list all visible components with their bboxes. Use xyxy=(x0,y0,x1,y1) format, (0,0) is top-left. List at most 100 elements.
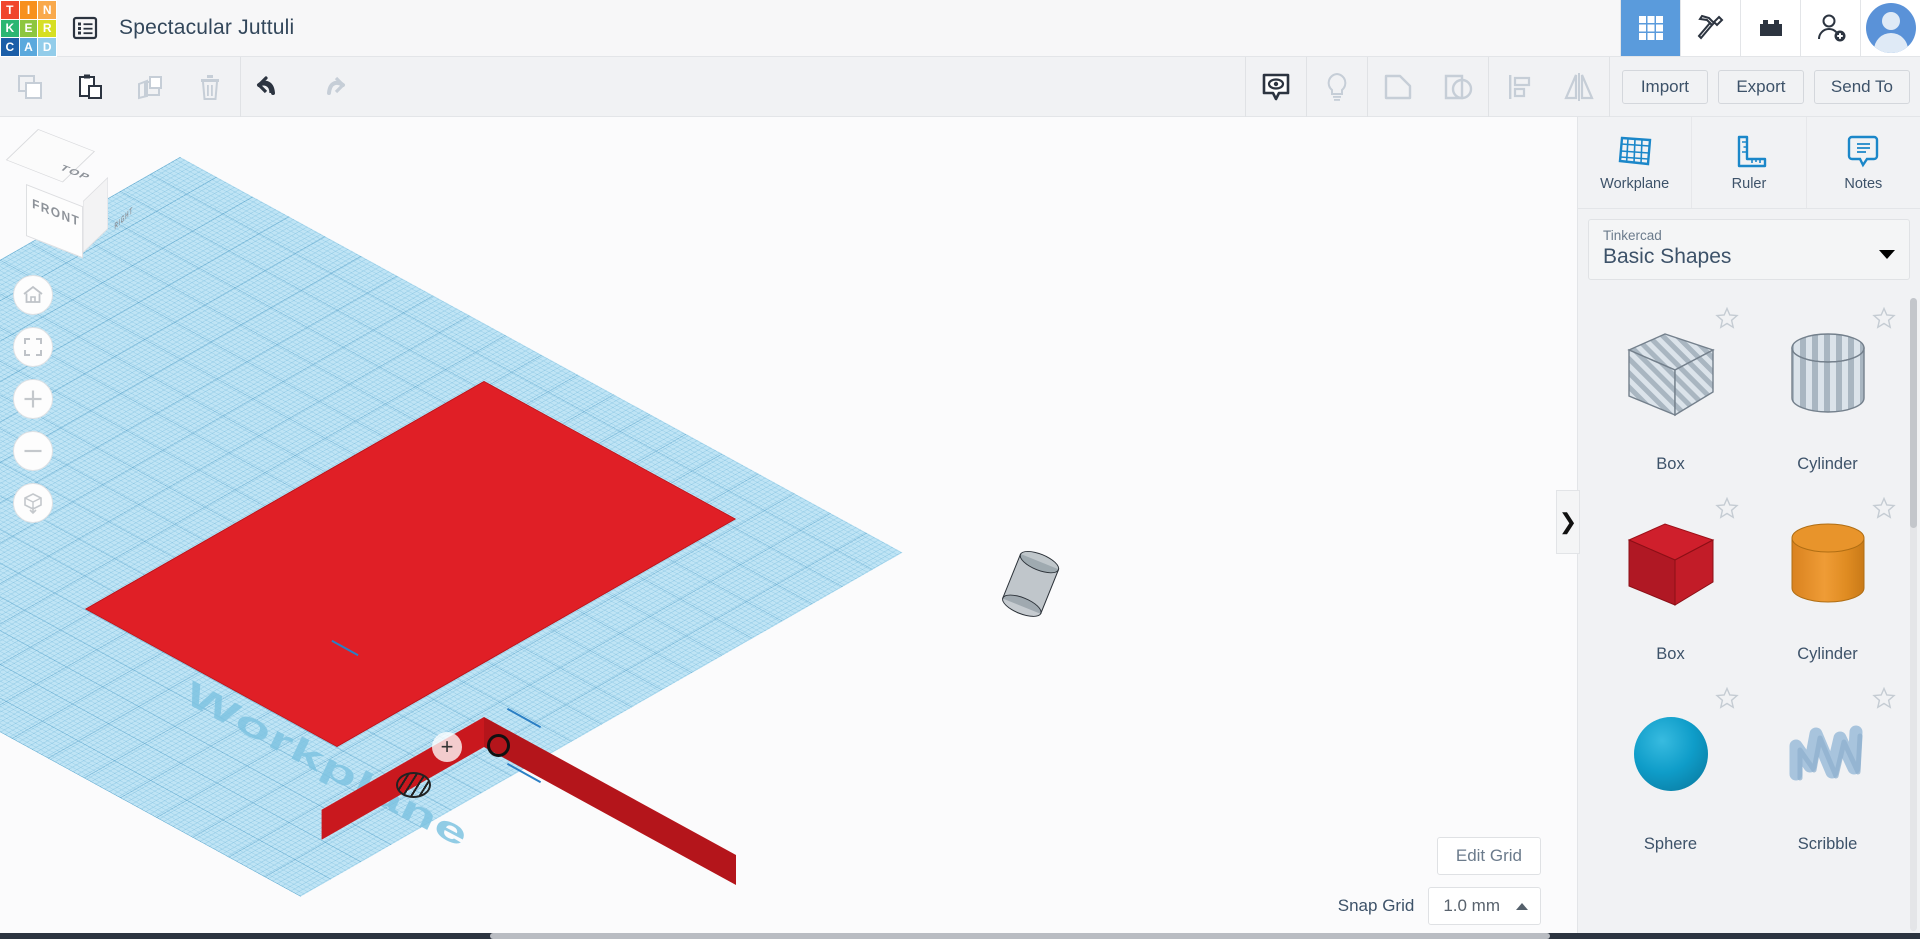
logo-cell-c: C xyxy=(1,38,19,56)
shape-label: Box xyxy=(1656,455,1685,473)
redo-button[interactable] xyxy=(301,57,361,117)
panel-tools-row: Workplane Ruler Notes xyxy=(1578,117,1920,209)
import-button[interactable]: Import xyxy=(1621,69,1708,104)
tinkercad-logo[interactable]: TIN KER CAD xyxy=(0,0,57,57)
clipboard-button-group xyxy=(0,57,240,117)
favorite-star-icon[interactable] xyxy=(1715,686,1739,715)
edit-grid-button[interactable]: Edit Grid xyxy=(1436,837,1541,875)
ungroup-button[interactable] xyxy=(1428,57,1488,117)
red-box-object[interactable] xyxy=(0,117,1577,939)
logo-cell-e: E xyxy=(19,19,38,38)
panel-collapse-toggle[interactable]: ❯ xyxy=(1556,490,1580,554)
tinkercad-app: TIN KER CAD Spectacular Juttuli Import Exp… xyxy=(0,0,1920,939)
shape-scribble[interactable]: Scribble xyxy=(1749,676,1906,866)
rotate-handle[interactable] xyxy=(487,734,510,757)
favorite-star-icon[interactable] xyxy=(1872,496,1896,525)
shape-sphere[interactable]: Sphere xyxy=(1592,676,1749,866)
main-toolbar: Import Export Send To xyxy=(0,56,1920,117)
panel-scrollbar-thumb[interactable] xyxy=(1910,298,1917,528)
send-to-button[interactable]: Send To xyxy=(1813,69,1910,104)
lego-brick-icon[interactable] xyxy=(1740,0,1800,56)
group-button[interactable] xyxy=(1368,57,1428,117)
zoom-in-button[interactable] xyxy=(13,379,53,419)
delete-button[interactable] xyxy=(180,57,240,117)
logo-cell-r: R xyxy=(38,19,56,38)
view-cube-face-top[interactable] xyxy=(5,129,96,183)
canvas-horizontal-scrollbar[interactable] xyxy=(490,933,1550,939)
shape-cylinder-solid[interactable]: Cylinder xyxy=(1749,486,1906,676)
fit-view-button[interactable] xyxy=(13,327,53,367)
logo-cell-n: N xyxy=(38,1,56,19)
paste-button[interactable] xyxy=(60,57,120,117)
favorite-star-icon[interactable] xyxy=(1872,686,1896,715)
box-face-top xyxy=(85,381,736,747)
history-button-group xyxy=(241,57,361,117)
logo-cell-a: A xyxy=(19,38,38,56)
home-view-button[interactable] xyxy=(13,275,53,315)
view-control-group xyxy=(13,275,53,535)
perspective-toggle-button[interactable] xyxy=(13,483,53,523)
snap-grid-value: 1.0 mm xyxy=(1443,896,1500,915)
snap-grid-select[interactable]: 1.0 mm xyxy=(1428,887,1541,925)
duplicate-button[interactable] xyxy=(120,57,180,117)
shape-label: Scribble xyxy=(1797,835,1858,853)
app-header: TIN KER CAD Spectacular Juttuli xyxy=(0,0,1920,57)
favorite-star-icon[interactable] xyxy=(1715,496,1739,525)
view-cube[interactable]: TOP FRONT RIGHT xyxy=(5,129,133,259)
add-person-icon[interactable] xyxy=(1800,0,1860,56)
grid-controls: Edit Grid Snap Grid 1.0 mm xyxy=(1338,837,1541,925)
box-face-front xyxy=(484,717,736,885)
favorite-star-icon[interactable] xyxy=(1872,306,1896,335)
copy-button[interactable] xyxy=(0,57,60,117)
gallery-grid-icon[interactable] xyxy=(1620,0,1680,56)
user-avatar[interactable] xyxy=(1860,0,1920,56)
shape-label: Cylinder xyxy=(1797,645,1858,663)
caret-down-icon xyxy=(1879,250,1895,259)
workplane-tool[interactable]: Workplane xyxy=(1578,117,1693,208)
light-button[interactable] xyxy=(1307,57,1367,117)
workplane-tool-label: Workplane xyxy=(1600,176,1670,192)
shape-cylinder-hole[interactable]: Cylinder xyxy=(1749,296,1906,486)
avatar xyxy=(1865,3,1916,53)
shape-library-value: Basic Shapes xyxy=(1603,245,1732,268)
undo-button[interactable] xyxy=(241,57,301,117)
ruler-tool[interactable]: Ruler xyxy=(1692,117,1807,208)
logo-cell-k: K xyxy=(1,19,19,38)
caret-up-icon xyxy=(1516,902,1528,910)
page-title: Spectacular Juttuli xyxy=(119,16,295,39)
notes-tool[interactable]: Notes xyxy=(1807,117,1920,208)
toolbar-text-buttons: Import Export Send To xyxy=(1610,69,1920,104)
shapes-scroll-region[interactable]: Box Cylinder Box Cylinder Sphere Scribbl… xyxy=(1578,290,1920,939)
shape-library-sublabel: Tinkercad xyxy=(1603,228,1662,243)
shape-box-hole[interactable]: Box xyxy=(1592,296,1749,486)
design-canvas[interactable]: Workplane + TOP FRONT RIGHT Edit Grid Sn… xyxy=(0,117,1577,939)
mirror-button[interactable] xyxy=(1549,57,1609,117)
shape-box-solid[interactable]: Box xyxy=(1592,486,1749,676)
show-hide-button[interactable] xyxy=(1246,57,1306,117)
right-panel: Workplane Ruler Notes Tinkercad Basic Sh… xyxy=(1577,117,1920,939)
align-button[interactable] xyxy=(1489,57,1549,117)
ruler-tool-label: Ruler xyxy=(1731,176,1767,192)
logo-cell-i: I xyxy=(19,1,38,19)
hole-toggle-handle[interactable] xyxy=(396,772,431,798)
shape-label: Box xyxy=(1656,645,1685,663)
header-spacer xyxy=(294,0,1620,56)
move-handle[interactable]: + xyxy=(432,732,462,762)
shape-label: Cylinder xyxy=(1797,455,1858,473)
notes-tool-label: Notes xyxy=(1844,176,1883,192)
snap-grid-label: Snap Grid xyxy=(1337,896,1415,915)
project-list-icon[interactable] xyxy=(57,0,113,56)
pickaxe-icon[interactable] xyxy=(1680,0,1740,56)
snap-grid-row: Snap Grid 1.0 mm xyxy=(1338,887,1541,925)
notes-bubble-icon xyxy=(1848,135,1879,168)
shape-library-select[interactable]: Tinkercad Basic Shapes xyxy=(1588,219,1910,280)
zoom-out-button[interactable] xyxy=(13,431,53,471)
logo-cell-d: D xyxy=(38,38,56,56)
export-button[interactable]: Export xyxy=(1717,69,1804,104)
logo-cell-t: T xyxy=(1,1,19,19)
workplane-grid-icon xyxy=(1618,136,1651,166)
ruler-icon xyxy=(1737,135,1767,168)
shape-label: Sphere xyxy=(1643,835,1698,853)
favorite-star-icon[interactable] xyxy=(1715,306,1739,335)
header-icon-group xyxy=(1620,0,1920,56)
